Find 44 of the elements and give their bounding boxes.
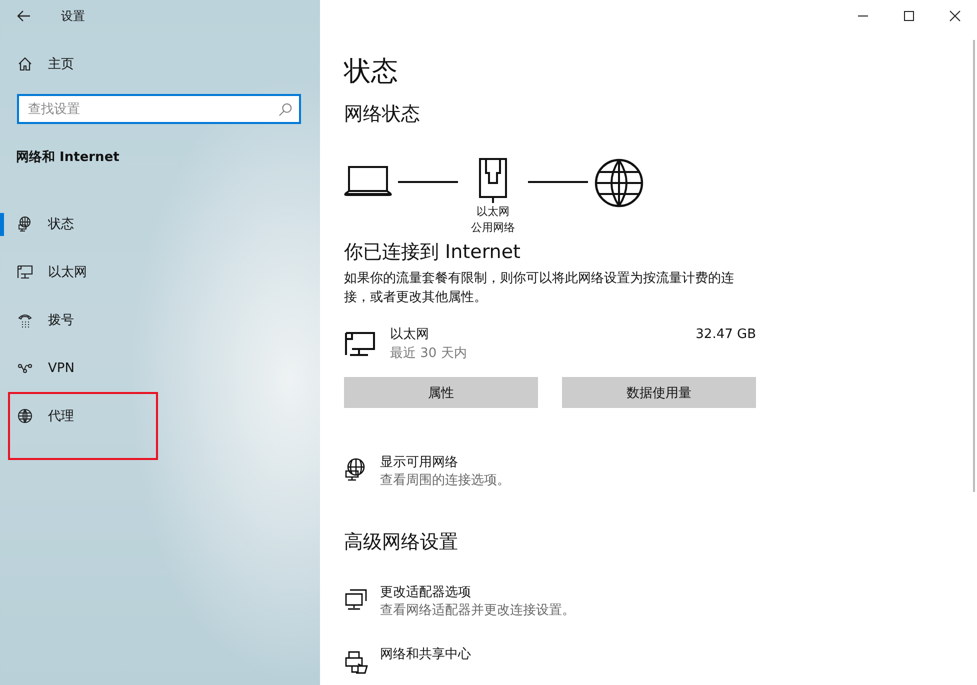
sidebar-item[interactable]: VPN (48, 360, 74, 376)
section-heading: 网络和 Internet (16, 149, 120, 166)
adapter-label: 以太网 (476, 204, 510, 220)
page-title: 状态 (344, 55, 399, 89)
connection-heading: 你已连接到 Internet (344, 240, 522, 265)
description-text: 如果你的流量套餐有限制，则你可以将此网络设置为按流量计费的连接，或者更改其他属性。 (344, 270, 735, 307)
link-title[interactable]: 网络和共享中心 (380, 646, 471, 664)
section-heading: 网络状态 (344, 102, 421, 127)
home-icon (17, 56, 33, 72)
link-subtitle: 查看网络适配器并更改连接设置。 (380, 602, 575, 620)
search-field[interactable]: 查找设置 (17, 94, 301, 124)
data-usage-value: 32.47 GB (696, 326, 756, 344)
globe-monitor-icon (17, 216, 33, 232)
monitor-icon (344, 329, 376, 357)
sidebar-item[interactable]: 拨号 (48, 311, 74, 329)
globe-icon (594, 158, 644, 208)
network-type-label: 公用网络 (471, 220, 515, 236)
usage-period: 最近 30 天内 (390, 345, 468, 363)
back-arrow-icon[interactable] (16, 8, 32, 24)
close-icon[interactable] (949, 10, 961, 22)
window-title: 设置 (61, 8, 85, 24)
sidebar-item[interactable]: 以太网 (48, 263, 87, 281)
sidebar-item[interactable]: 代理 (48, 407, 74, 425)
link-subtitle: 查看周围的连接选项。 (380, 472, 510, 490)
monitor-icon (17, 264, 33, 280)
home-link[interactable]: 主页 (48, 55, 74, 73)
connection-name: 以太网 (390, 326, 430, 344)
laptop-icon (344, 166, 392, 196)
action-button[interactable]: 数据使用量 (562, 377, 756, 408)
link-title[interactable]: 显示可用网络 (380, 454, 510, 472)
scrollbar[interactable] (973, 40, 975, 492)
connection-line (398, 181, 458, 183)
section-heading: 高级网络设置 (344, 530, 459, 555)
link-title[interactable]: 更改适配器选项 (380, 584, 575, 602)
phone-icon (17, 312, 33, 328)
sidebar-item[interactable]: 状态 (48, 215, 74, 233)
maximize-icon[interactable] (903, 10, 915, 22)
search-icon (278, 102, 293, 117)
globe-icon (17, 408, 33, 424)
action-button[interactable]: 属性 (344, 377, 538, 408)
printer-folder-icon (344, 650, 368, 674)
ethernet-port-icon (479, 158, 507, 204)
monitors-icon (344, 588, 368, 612)
connection-line (528, 181, 588, 183)
